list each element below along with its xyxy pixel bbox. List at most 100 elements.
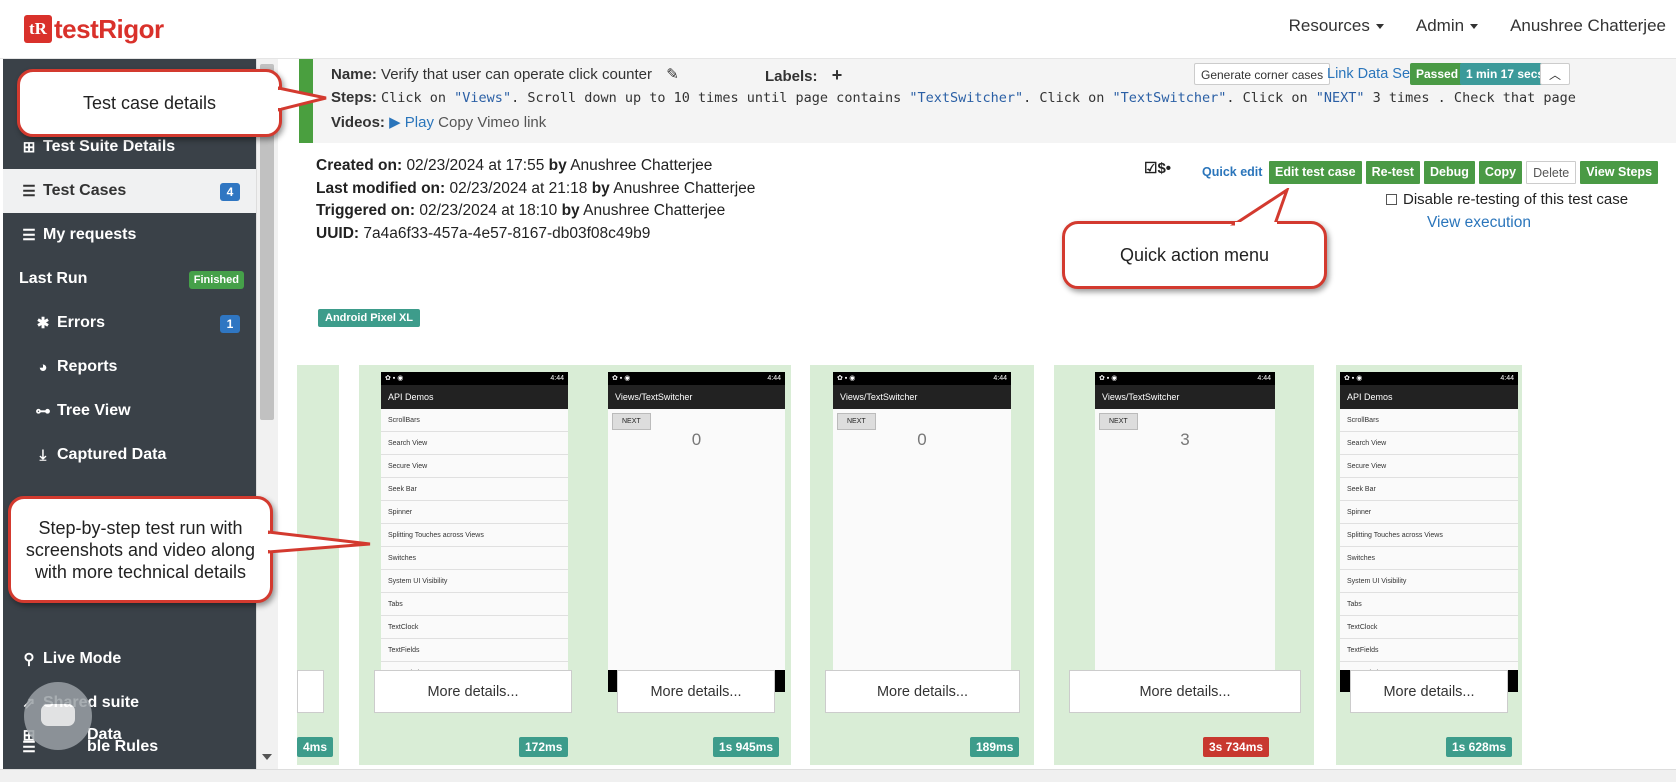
step-duration-badge: 3s 734ms bbox=[1203, 737, 1270, 757]
steps-quoted-value: "NEXT" bbox=[1315, 90, 1365, 106]
phone-time: 4:44 bbox=[767, 375, 781, 382]
sidebar-item-label: My requests bbox=[43, 226, 137, 243]
sidebar-item-last-run[interactable]: Last Run Finished bbox=[3, 257, 256, 301]
nav-resources-label: Resources bbox=[1288, 16, 1370, 35]
tree-icon: ⊶ bbox=[35, 403, 51, 420]
more-details-button[interactable]: More details... bbox=[617, 670, 775, 713]
callout-step-by-step: Step-by-step test run with screenshots a… bbox=[8, 496, 273, 603]
phone-counter: 0 bbox=[917, 430, 927, 449]
triggered-row: Triggered on: 02/23/2024 at 18:10 by Anu… bbox=[316, 200, 755, 223]
test-case-summary: Name: Verify that user can operate click… bbox=[299, 59, 1676, 143]
nav-resources[interactable]: Resources bbox=[1289, 16, 1384, 36]
retest-button[interactable]: Re-test bbox=[1365, 161, 1420, 184]
more-details-button[interactable]: More details... bbox=[374, 670, 572, 713]
step-screenshot[interactable]: ✿ ▪ ◉4:44Views/TextSwitcherNEXT3◀●■ bbox=[1095, 372, 1275, 692]
edit-icon[interactable]: ✎ bbox=[666, 66, 679, 83]
step-duration-badge: 172ms bbox=[519, 737, 569, 757]
copy-button[interactable]: Copy bbox=[1478, 161, 1523, 184]
more-details-button[interactable]: More details... bbox=[825, 670, 1020, 713]
edit-test-case-button[interactable]: Edit test case bbox=[1269, 161, 1362, 184]
sidebar-item-live-mode[interactable]: ⚲ Live Mode bbox=[3, 637, 256, 681]
testrigor-logo[interactable]: tR testRigor bbox=[24, 14, 164, 44]
view-execution-link[interactable]: View execution bbox=[1427, 214, 1531, 232]
steps-quoted-value: "TextSwitcher" bbox=[1112, 90, 1227, 106]
debug-button[interactable]: Debug bbox=[1423, 161, 1475, 184]
callout-pointer-icon bbox=[268, 530, 371, 554]
play-label: Play bbox=[404, 114, 434, 131]
status-icons[interactable]: ☑$• bbox=[1144, 159, 1171, 177]
triggered-by: Anushree Chatterjee bbox=[583, 202, 726, 219]
steps-text-segment: . Scroll down up to 10 times until page … bbox=[511, 90, 910, 106]
phone-list-item: System UI Visibility bbox=[381, 570, 568, 593]
phone-status-bar: ✿ ▪ ◉ 4:44 bbox=[1340, 372, 1518, 385]
sidebar-item-label: Data bbox=[87, 726, 122, 743]
copy-vimeo-link[interactable]: Copy Vimeo link bbox=[438, 114, 546, 131]
sidebar-item-captured-data[interactable]: ⤓ Captured Data bbox=[3, 433, 256, 477]
steps-text-segment: . Click on bbox=[1226, 90, 1316, 106]
duration-badge: 1 min 17 secs bbox=[1460, 63, 1551, 85]
phone-status-bar: ✿ ▪ ◉ 4:44 bbox=[1095, 372, 1275, 385]
more-details-button[interactable]: More details... bbox=[1350, 670, 1508, 713]
sidebar-item-my-requests[interactable]: ☰ My requests bbox=[3, 213, 256, 257]
chat-button[interactable] bbox=[24, 682, 92, 750]
phone-counter: 0 bbox=[691, 430, 702, 449]
step-screenshot[interactable]: ✿ ▪ ◉4:44Views/TextSwitcherNEXT0◀●■ bbox=[833, 372, 1011, 692]
bottom-strip bbox=[0, 769, 1676, 782]
sidebar-item-reports[interactable]: ◕ Reports bbox=[3, 345, 256, 389]
view-steps-button[interactable]: View Steps bbox=[1580, 161, 1659, 184]
step-screenshot[interactable]: ✿ ▪ ◉4:44Views/TextSwitcherNEXT0◀●■ bbox=[608, 372, 785, 692]
callout-pointer-icon bbox=[1229, 188, 1290, 226]
phone-list-item: Secure View bbox=[381, 455, 568, 478]
sidebar: ⊞ Test Suite Details ☰ Test Cases 4 ☰ My req… bbox=[3, 59, 256, 769]
phone-list: ScrollBars Search View Secure View Seek Bar… bbox=[1340, 409, 1518, 685]
play-video-link[interactable]: ▶ Play bbox=[389, 114, 434, 131]
nav-user-label: Anushree Chatterjee bbox=[1510, 16, 1666, 35]
phone-list: ScrollBars Search View Secure View Seek Bar… bbox=[381, 409, 568, 685]
test-case-details: Created on: 02/23/2024 at 17:55 by Anush… bbox=[316, 155, 755, 245]
link-data-set-link[interactable]: Link Data Set bbox=[1327, 63, 1414, 85]
logo-mark: tR bbox=[24, 15, 52, 43]
nav-admin[interactable]: Admin bbox=[1416, 16, 1479, 36]
step-duration-badge: 1s 945ms bbox=[713, 737, 780, 757]
status-badge: Passed bbox=[1410, 63, 1465, 85]
disable-retest-label: Disable re-testing of this test case bbox=[1403, 191, 1629, 208]
app-root: tR testRigor Resources Admin Anushree Ch… bbox=[0, 0, 1676, 782]
errors-count-badge: 1 bbox=[220, 315, 240, 333]
status-icons: ✿ ▪ ◉ bbox=[1099, 375, 1118, 382]
phone-next-button: NEXT bbox=[1099, 413, 1138, 430]
callout-text: Step-by-step test run with screenshots a… bbox=[25, 517, 256, 582]
add-label-button[interactable]: + bbox=[832, 65, 843, 85]
sidebar-item-tree-view[interactable]: ⊶ Tree View bbox=[3, 389, 256, 433]
phone-app-title: API Demos bbox=[1340, 385, 1518, 409]
generate-corner-cases-button[interactable]: Generate corner cases bbox=[1194, 63, 1331, 85]
more-details-button[interactable]: More details... bbox=[297, 670, 324, 713]
more-details-button[interactable]: More details... bbox=[1069, 670, 1301, 713]
collapse-button[interactable]: ︿ bbox=[1540, 63, 1570, 85]
modified-value: 02/23/2024 at 21:18 bbox=[449, 179, 588, 197]
caret-down-icon bbox=[1470, 23, 1479, 29]
phone-list-item: Splitting Touches across Views bbox=[1340, 524, 1518, 547]
step-screenshot[interactable]: ✿ ▪ ◉ 4:44 API Demos ScrollBars Search View S… bbox=[381, 372, 568, 692]
phone-list-item: Seek Bar bbox=[381, 478, 568, 501]
disable-retest-checkbox[interactable] bbox=[1386, 194, 1397, 205]
quick-edit-link[interactable]: Quick edit bbox=[1202, 165, 1262, 179]
delete-button[interactable]: Delete bbox=[1526, 161, 1577, 184]
phone-counter: 3 bbox=[1180, 430, 1190, 449]
phone-status-bar: ✿ ▪ ◉ 4:44 bbox=[833, 372, 1011, 385]
nav-user-menu[interactable]: Anushree Chatterjee bbox=[1510, 16, 1666, 36]
step-screenshot[interactable]: ✿ ▪ ◉ 4:44 API Demos ScrollBars Search View S… bbox=[1340, 372, 1518, 692]
top-navbar: tR testRigor Resources Admin Anushree Ch… bbox=[0, 0, 1676, 59]
last-run-status-badge: Finished bbox=[188, 271, 244, 289]
sidebar-item-label: Errors bbox=[57, 314, 106, 331]
sidebar-item-errors[interactable]: ✱ Errors 1 bbox=[3, 301, 256, 345]
status-icons: ✿ ▪ ◉ bbox=[612, 375, 631, 382]
sidebar-item-label: Captured Data bbox=[57, 446, 167, 463]
scroll-down-arrow-icon[interactable] bbox=[262, 754, 272, 760]
quick-action-menu: Edit test case Re-test Debug Copy Delete… bbox=[1265, 161, 1659, 184]
phone-list-item: Secure View bbox=[1340, 455, 1518, 478]
live-icon: ⚲ bbox=[23, 651, 35, 668]
sidebar-item-test-cases[interactable]: ☰ Test Cases 4 bbox=[3, 169, 256, 213]
download-icon: ⤓ bbox=[39, 446, 47, 464]
created-row: Created on: 02/23/2024 at 17:55 by Anush… bbox=[316, 155, 755, 178]
sidebar-item-label: Test Suite Details bbox=[43, 138, 176, 155]
